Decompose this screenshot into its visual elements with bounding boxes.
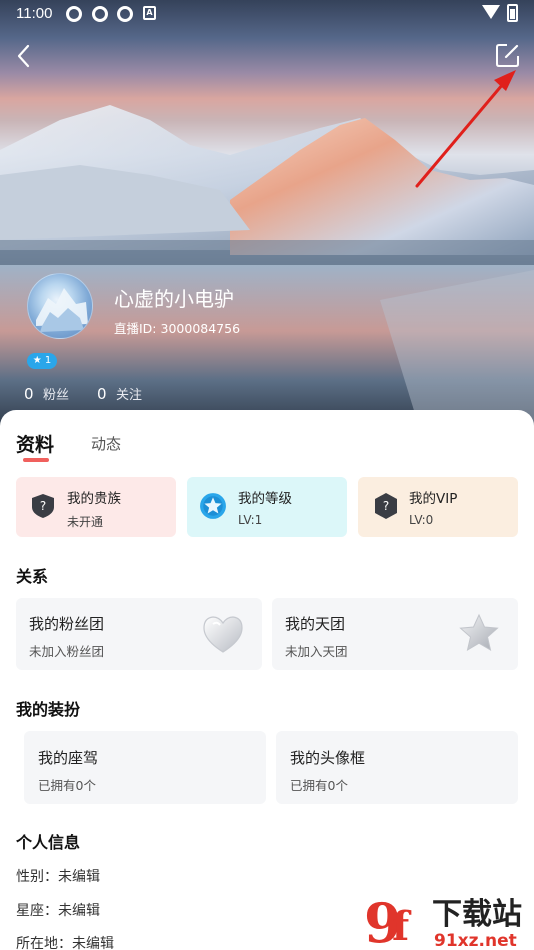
site-watermark-logo: 9 f 下载站 91xz.net	[364, 891, 522, 950]
level-value: LV:1	[238, 513, 263, 527]
level-badge-value: 1	[44, 355, 52, 366]
vip-title: 我的VIP	[409, 491, 458, 507]
vip-value: LV:0	[409, 513, 434, 527]
personal-info-title: 个人信息	[16, 833, 81, 852]
level-star-icon	[200, 493, 226, 519]
noble-title: 我的贵族	[67, 491, 121, 507]
notification-icon	[117, 6, 133, 22]
fan-club-card[interactable]: 我的粉丝团 未加入粉丝团	[16, 598, 262, 670]
fan-club-status: 未加入粉丝团	[29, 644, 105, 659]
gender-value: 未编辑	[58, 869, 100, 885]
star-icon: ★	[32, 355, 42, 366]
sky-team-card[interactable]: 我的天团 未加入天团	[272, 598, 518, 670]
notification-letter-icon: A	[143, 6, 156, 20]
chevron-left-icon	[17, 44, 30, 68]
heart-icon	[203, 616, 243, 653]
back-button[interactable]	[10, 40, 40, 72]
location-row: 所在地：未编辑	[16, 933, 114, 950]
fans-count[interactable]: 0 粉丝	[24, 384, 69, 403]
tab-activity[interactable]: 动态	[91, 433, 121, 454]
noble-card[interactable]: ? 我的贵族 未开通	[16, 477, 176, 537]
nickname: 心虚的小电驴	[114, 287, 234, 311]
dressup-title: 我的装扮	[16, 700, 81, 719]
live-id-label: 直播ID:	[114, 321, 157, 336]
avatar-image	[36, 288, 88, 332]
annotation-arrow-icon	[415, 70, 516, 188]
noble-shield-icon: ?	[32, 494, 54, 518]
follow-count-value: 0	[97, 385, 107, 403]
fan-club-title: 我的粉丝团	[29, 615, 105, 633]
zodiac-label: 星座：	[16, 903, 58, 919]
watermark-url: 91xz.net	[434, 931, 517, 950]
live-id-value: 3000084756	[160, 321, 241, 336]
mount-count: 已拥有0个	[38, 778, 96, 793]
zodiac-value: 未编辑	[58, 903, 100, 919]
status-bar: 11:00 A	[0, 0, 534, 28]
avatar-frame-count: 已拥有0个	[290, 778, 348, 793]
level-card[interactable]: 我的等级 LV:1	[187, 477, 347, 537]
noble-value: 未开通	[67, 515, 104, 529]
sky-team-title: 我的天团	[285, 615, 346, 633]
level-title: 我的等级	[238, 491, 292, 507]
battery-icon	[507, 4, 518, 22]
mount-title: 我的座驾	[38, 749, 99, 767]
gender-row: 性别：未编辑	[16, 866, 100, 886]
avatar-frame-title: 我的头像框	[290, 749, 366, 767]
follow-label: 关注	[116, 388, 143, 403]
vip-card[interactable]: ? 我的VIP LV:0	[358, 477, 518, 537]
status-time: 11:00	[16, 5, 53, 22]
gender-label: 性别：	[16, 869, 58, 885]
live-id: 直播ID: 3000084756	[114, 318, 240, 337]
avatar-frame-card[interactable]: 我的头像框 已拥有0个	[276, 731, 518, 804]
mount-card[interactable]: 我的座驾 已拥有0个	[24, 731, 266, 804]
location-label: 所在地：	[16, 936, 72, 950]
tab-profile[interactable]: 资料	[16, 430, 54, 457]
sky-team-status: 未加入天团	[285, 644, 348, 659]
follow-count[interactable]: 0 关注	[97, 384, 142, 403]
wifi-icon	[482, 5, 500, 19]
level-badge: ★ 1	[27, 353, 57, 369]
svg-text:?: ?	[383, 499, 389, 513]
svg-text:?: ?	[40, 499, 46, 513]
fans-label: 粉丝	[43, 388, 70, 403]
avatar[interactable]	[27, 273, 93, 339]
zodiac-row: 星座：未编辑	[16, 900, 100, 920]
relations-title: 关系	[16, 567, 49, 586]
notification-icon	[66, 6, 82, 22]
star-badge-icon	[459, 613, 499, 652]
vip-hexagon-icon: ?	[375, 493, 397, 519]
watermark-text: 下载站	[432, 897, 522, 932]
active-tab-indicator	[23, 458, 49, 462]
location-value: 未编辑	[72, 936, 114, 950]
notification-icon	[92, 6, 108, 22]
svg-text:f: f	[392, 903, 412, 950]
fans-count-value: 0	[24, 385, 34, 403]
